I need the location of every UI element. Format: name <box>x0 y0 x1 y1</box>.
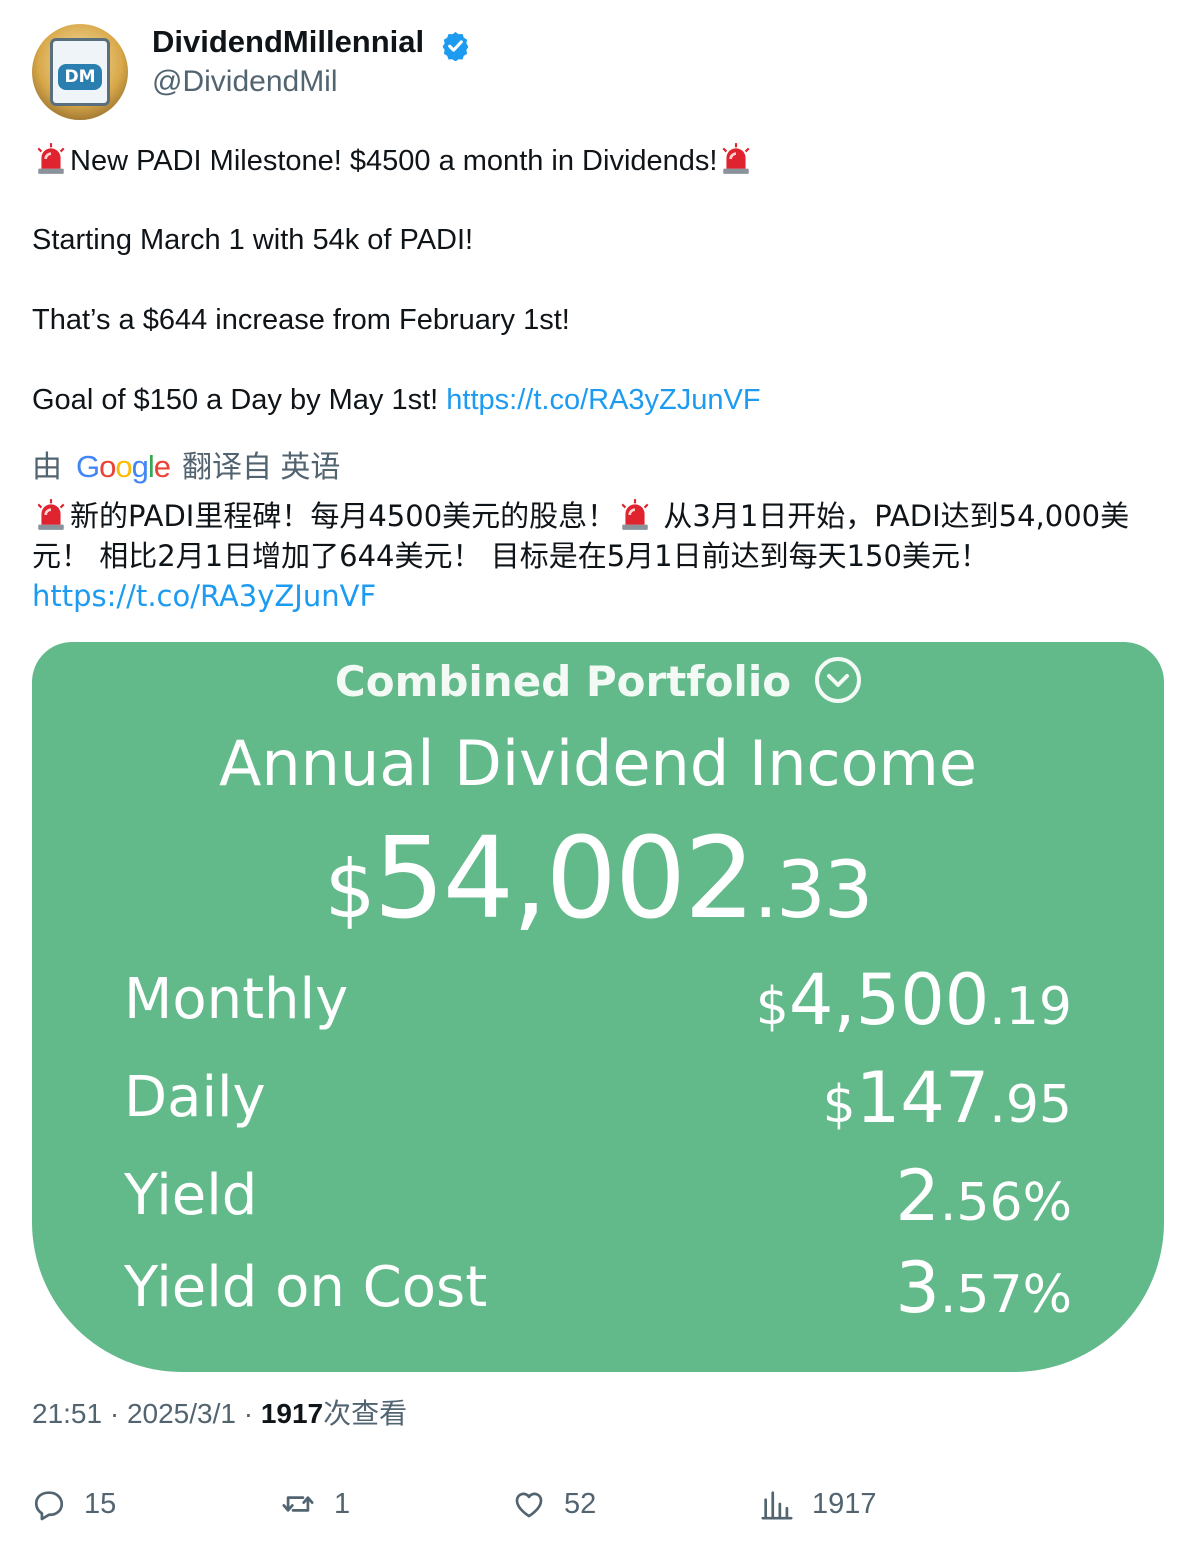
views-button[interactable]: 1917 <box>760 1484 877 1524</box>
chevron-down-icon <box>815 657 862 703</box>
avatar[interactable]: DM <box>32 24 128 120</box>
monthly-value: $4,500.19 <box>755 959 1072 1041</box>
yield-row: Yield 2.56% <box>124 1156 1072 1246</box>
google-logo: Google <box>76 449 171 484</box>
yield-value: 2.56% <box>895 1155 1072 1237</box>
view-count-label: 次查看 <box>323 1398 408 1429</box>
tweet-link[interactable]: https://t.co/RA3yZJunVF <box>446 384 760 416</box>
portfolio-image[interactable]: Combined Portfolio Annual Dividend Incom… <box>32 642 1164 1372</box>
siren-icon <box>722 143 750 174</box>
yield-on-cost-label: Yield on Cost <box>124 1255 488 1320</box>
annual-main: 54,002 <box>373 814 755 944</box>
tweet-line-4: Goal of $150 a Day by May 1st! https://t… <box>32 382 761 418</box>
siren-icon <box>37 143 65 174</box>
avatar-logo-text: DM <box>58 64 102 90</box>
analytics-icon <box>761 1491 793 1520</box>
monthly-label: Monthly <box>124 967 349 1032</box>
views-action-count: 1917 <box>812 1487 877 1520</box>
annual-income-value: $54,002.33 <box>32 814 1164 956</box>
translated-by-label: 由 <box>32 451 62 484</box>
like-button[interactable]: 52 <box>512 1484 596 1524</box>
like-count: 52 <box>564 1487 597 1520</box>
tweet-line-4-text: Goal of $150 a Day by May 1st! <box>32 384 447 416</box>
translated-link[interactable]: https://t.co/RA3yZJunVF <box>32 579 376 613</box>
tweet-line-2: Starting March 1 with 54k of PADI! <box>32 224 474 256</box>
tweet-line-3: That’s a $644 increase from February 1st… <box>32 304 570 336</box>
translated-from-label: 翻译自 英语 <box>182 451 341 484</box>
portfolio-title: Combined Portfolio <box>334 657 792 706</box>
translated-text: 新的PADI里程碑！每月4500美元的股息！ 从3月1日开始，PADI达到54,… <box>32 496 1152 616</box>
daily-label: Daily <box>124 1065 266 1130</box>
annual-currency: $ <box>324 843 376 936</box>
siren-icon <box>621 499 649 530</box>
translation-attribution[interactable]: 由 Google 翻译自 英语 <box>32 447 340 488</box>
retweet-button[interactable]: 1 <box>280 1484 350 1524</box>
portfolio-selector: Combined Portfolio <box>32 654 1164 710</box>
tweet-timestamp[interactable]: 21:51 · 2025/3/1 · <box>32 1398 261 1429</box>
annual-income-label: Annual Dividend Income <box>218 727 978 800</box>
yield-on-cost-row: Yield on Cost 3.57% <box>124 1248 1072 1338</box>
tweet-line-1: New PADI Milestone! $4500 a month in Div… <box>32 142 755 179</box>
daily-value: $147.95 <box>822 1057 1072 1139</box>
siren-icon <box>37 499 65 530</box>
monthly-row: Monthly $4,500.19 <box>124 960 1072 1050</box>
view-count: 1917 <box>260 1398 324 1429</box>
reply-button[interactable]: 15 <box>32 1484 116 1524</box>
action-bar: 15 1 52 1917 <box>0 1484 1196 1524</box>
daily-row: Daily $147.95 <box>124 1058 1072 1148</box>
reply-icon <box>34 1491 64 1521</box>
translated-text-part-1: 新的PADI里程碑！每月4500美元的股息！ <box>70 499 617 533</box>
retweet-icon <box>282 1496 314 1512</box>
heart-icon <box>515 1492 543 1518</box>
yield-label: Yield <box>124 1163 258 1228</box>
tweet-line-1-text: New PADI Milestone! $4500 a month in Div… <box>70 145 718 177</box>
annual-cents: .33 <box>753 846 873 936</box>
verified-badge-icon <box>442 31 469 61</box>
author-handle[interactable]: @DividendMil <box>152 64 338 100</box>
retweet-count: 1 <box>334 1487 351 1520</box>
reply-count: 15 <box>84 1487 117 1520</box>
author-name[interactable]: DividendMillennial <box>152 24 424 60</box>
tweet-meta: 21:51 · 2025/3/1 · 1917次查看 <box>32 1396 407 1432</box>
yield-on-cost-value: 3.57% <box>895 1247 1072 1329</box>
